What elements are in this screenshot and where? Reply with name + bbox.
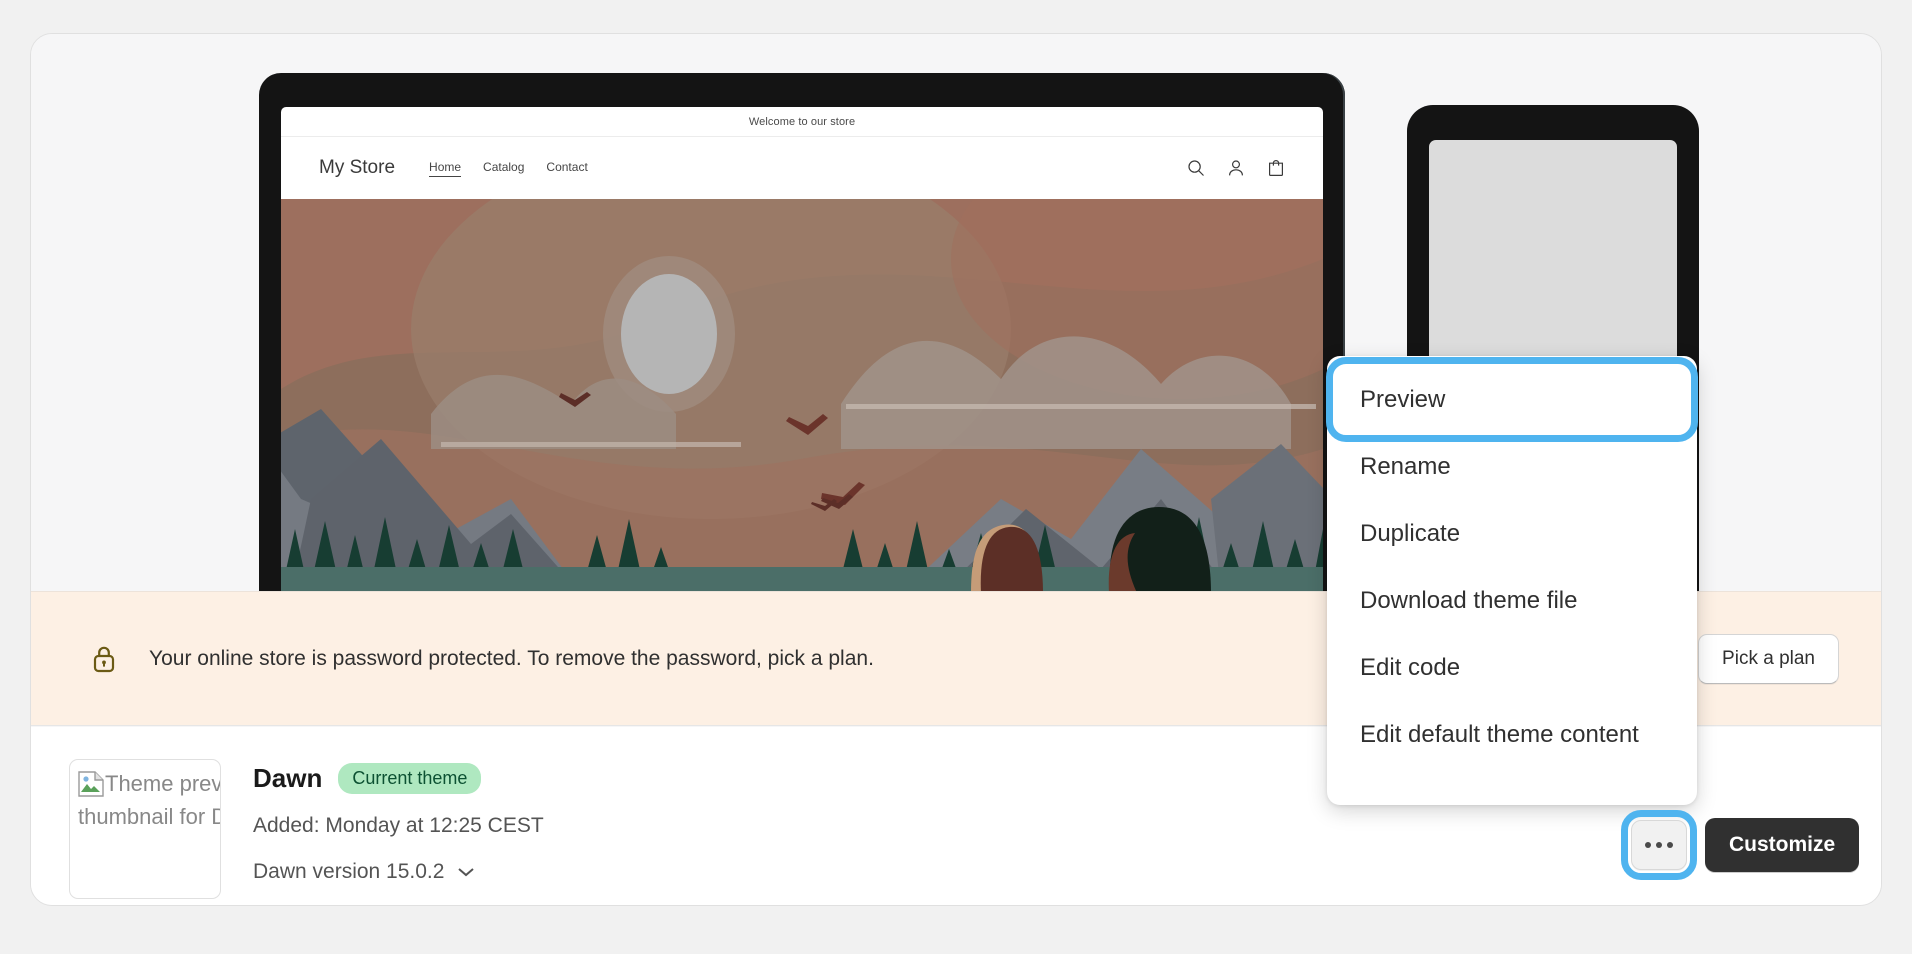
lock-icon bbox=[91, 644, 117, 674]
theme-thumbnail: Theme preview thumbnail for Dawn bbox=[69, 759, 221, 899]
theme-card: Welcome to our store My Store Home Catal… bbox=[30, 33, 1882, 906]
menu-item-rename[interactable]: Rename bbox=[1335, 433, 1689, 500]
menu-item-edit-default-theme-content[interactable]: Edit default theme content bbox=[1335, 701, 1689, 768]
banner-message: Your online store is password protected.… bbox=[149, 646, 874, 670]
ellipsis-icon bbox=[1645, 842, 1651, 848]
store-nav-catalog[interactable]: Catalog bbox=[483, 160, 524, 177]
theme-settings-page: Welcome to our store My Store Home Catal… bbox=[0, 0, 1912, 954]
store-header-icons bbox=[1187, 159, 1285, 177]
store-announcement-bar: Welcome to our store bbox=[281, 107, 1323, 137]
menu-item-download-theme-file[interactable]: Download theme file bbox=[1335, 567, 1689, 634]
ellipsis-icon bbox=[1667, 842, 1673, 848]
menu-item-duplicate[interactable]: Duplicate bbox=[1335, 500, 1689, 567]
store-announcement-text: Welcome to our store bbox=[748, 115, 856, 128]
more-actions-button[interactable] bbox=[1621, 810, 1697, 880]
menu-item-preview[interactable]: Preview bbox=[1326, 357, 1698, 442]
theme-actions-menu: Preview Rename Duplicate Download theme … bbox=[1326, 356, 1698, 805]
desktop-preview-mockup: Welcome to our store My Store Home Catal… bbox=[259, 73, 1345, 591]
theme-action-buttons: Customize bbox=[1621, 810, 1860, 880]
account-icon[interactable] bbox=[1227, 159, 1245, 177]
theme-version-toggle[interactable]: Dawn version 15.0.2 bbox=[253, 860, 544, 884]
broken-image-placeholder: Theme preview thumbnail for Dawn bbox=[78, 767, 220, 834]
store-nav: Home Catalog Contact bbox=[429, 160, 588, 177]
menu-item-edit-code[interactable]: Edit code bbox=[1335, 634, 1689, 701]
store-nav-contact[interactable]: Contact bbox=[546, 160, 587, 177]
theme-name: Dawn bbox=[253, 763, 323, 793]
chevron-down-icon bbox=[456, 860, 476, 884]
current-theme-badge: Current theme bbox=[338, 763, 482, 794]
theme-info: Dawn Current theme Added: Monday at 12:2… bbox=[253, 759, 544, 884]
theme-version-label: Dawn version 15.0.2 bbox=[253, 860, 445, 883]
store-nav-home[interactable]: Home bbox=[429, 160, 462, 177]
broken-image-icon bbox=[78, 771, 104, 797]
ellipsis-icon bbox=[1656, 842, 1662, 848]
pick-a-plan-button[interactable]: Pick a plan bbox=[1698, 633, 1839, 684]
store-header: My Store Home Catalog Contact bbox=[281, 137, 1323, 199]
customize-button[interactable]: Customize bbox=[1705, 818, 1860, 872]
theme-added-date: Added: Monday at 12:25 CEST bbox=[253, 814, 544, 837]
theme-title-line: Dawn Current theme bbox=[253, 763, 544, 794]
store-hero-illustration bbox=[281, 199, 1323, 591]
search-icon[interactable] bbox=[1187, 159, 1205, 177]
desktop-preview-screen: Welcome to our store My Store Home Catal… bbox=[281, 107, 1323, 591]
cart-icon[interactable] bbox=[1267, 159, 1285, 177]
store-logo: My Store bbox=[319, 157, 396, 178]
